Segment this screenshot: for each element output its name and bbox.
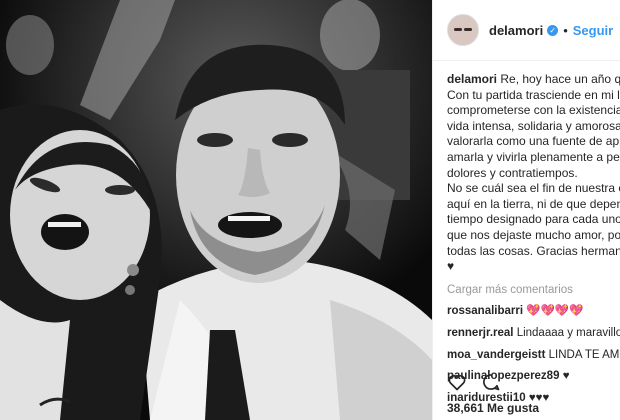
heart-icon[interactable] bbox=[447, 372, 467, 392]
comment-username[interactable]: rossanalibarri bbox=[447, 305, 523, 317]
post-photo bbox=[0, 0, 432, 420]
caption-line: aquí en la tierra, ni de que dependa bbox=[447, 196, 620, 211]
comment-row: moa_vandergeistt LINDA TE AMO 💖 bbox=[447, 348, 620, 364]
separator-dot: • bbox=[563, 22, 568, 38]
post-header: delamori ✓ • Seguir bbox=[433, 0, 620, 61]
caption-line: Con tu partida trasciende en mi la i bbox=[447, 87, 620, 102]
caption-line: que nos dejaste mucho amor, por s bbox=[447, 227, 620, 242]
comment-bubble-icon[interactable] bbox=[481, 372, 501, 392]
caption-line: tiempo designado para cada uno, s bbox=[447, 212, 620, 227]
caption-line: No se cuál sea el fin de nuestra est bbox=[447, 181, 620, 196]
comment-text: LINDA TE AMO 💖 bbox=[548, 348, 620, 361]
post-sidebar: delamori ✓ • Seguir delamori Re, hoy hac… bbox=[432, 0, 620, 420]
username-link[interactable]: delamori bbox=[489, 23, 543, 38]
comment-username[interactable]: rennerjr.real bbox=[447, 327, 513, 339]
likes-count[interactable]: 38,661 Me gusta bbox=[447, 401, 539, 415]
comment-row: rennerjr.real Lindaaaa y maravillosa bbox=[447, 326, 620, 342]
caption-line: vida intensa, solidaria y amorosam bbox=[447, 118, 620, 133]
avatar-eye bbox=[464, 28, 472, 31]
caption: delamori Re, hoy hace un año que Con tu … bbox=[447, 72, 620, 275]
comments-section: delamori Re, hoy hace un año que Con tu … bbox=[433, 61, 620, 406]
load-more-comments-link[interactable]: Cargar más comentarios bbox=[447, 283, 620, 299]
action-bar bbox=[447, 372, 515, 392]
comment-text: 💖💖💖💖 bbox=[526, 305, 584, 318]
verified-badge-icon: ✓ bbox=[547, 24, 559, 36]
comment-text: ♥ bbox=[562, 370, 570, 383]
follow-button[interactable]: Seguir bbox=[573, 23, 613, 38]
caption-line: todas las cosas. Gracias hermanito bbox=[447, 243, 620, 258]
caption-line: amarla y vivirla plenamente a pesar bbox=[447, 149, 620, 164]
caption-line: delamori Re, hoy hace un año que bbox=[447, 72, 620, 86]
comment-row: rossanalibarri 💖💖💖💖 bbox=[447, 304, 620, 320]
avatar-eye bbox=[454, 28, 462, 31]
caption-line: valorarla como una fuente de apren bbox=[447, 134, 620, 149]
comment-text: Lindaaaa y maravillosa bbox=[516, 326, 620, 339]
comment-username[interactable]: moa_vandergeistt bbox=[447, 349, 545, 361]
caption-line: ♥ bbox=[447, 259, 455, 274]
caption-line: comprometerse con la existencia, v bbox=[447, 103, 620, 118]
avatar[interactable] bbox=[447, 14, 479, 46]
caption-line: dolores y contratiempos. bbox=[447, 165, 578, 180]
caption-username[interactable]: delamori bbox=[447, 72, 497, 86]
